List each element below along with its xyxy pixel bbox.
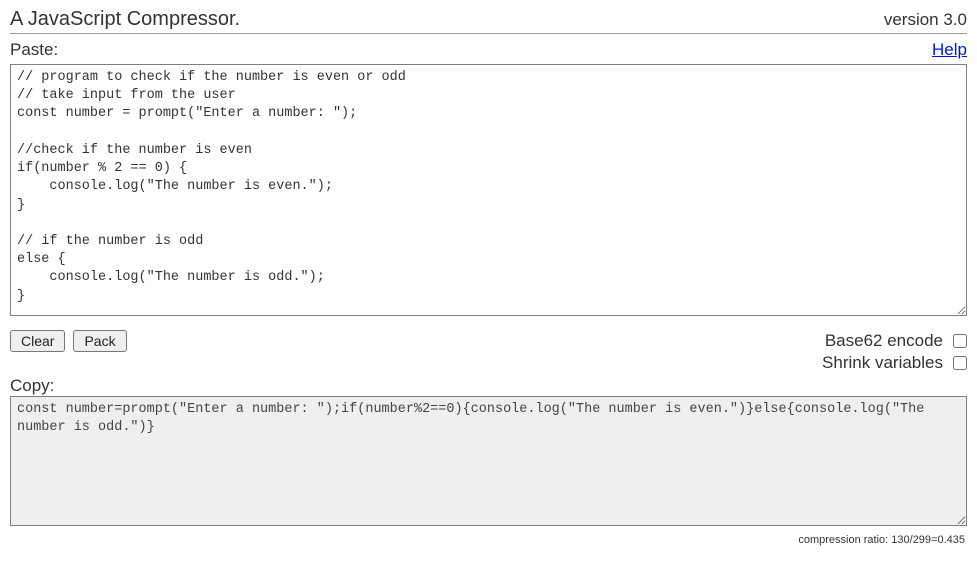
action-buttons: Clear Pack — [10, 330, 127, 352]
copy-label: Copy: — [10, 376, 967, 396]
base62-label: Base62 encode — [825, 330, 943, 352]
shrink-option: Shrink variables — [822, 352, 967, 374]
base62-checkbox[interactable] — [953, 334, 967, 348]
paste-textarea[interactable] — [10, 64, 967, 316]
pack-button[interactable]: Pack — [73, 330, 126, 352]
copy-textarea[interactable] — [10, 396, 967, 526]
clear-button[interactable]: Clear — [10, 330, 65, 352]
shrink-checkbox[interactable] — [953, 356, 967, 370]
header: A JavaScript Compressor. version 3.0 — [10, 8, 967, 34]
options-group: Base62 encode Shrink variables — [822, 330, 967, 374]
app-title: A JavaScript Compressor. — [10, 8, 240, 31]
base62-option: Base62 encode — [822, 330, 967, 352]
controls-row: Clear Pack Base62 encode Shrink variable… — [10, 330, 967, 374]
app-version: version 3.0 — [884, 10, 967, 30]
help-link[interactable]: Help — [932, 40, 967, 60]
shrink-label: Shrink variables — [822, 352, 943, 374]
paste-label: Paste: — [10, 40, 58, 60]
compression-status: compression ratio: 130/299=0.435 — [10, 534, 967, 546]
paste-row: Paste: Help — [10, 40, 967, 60]
